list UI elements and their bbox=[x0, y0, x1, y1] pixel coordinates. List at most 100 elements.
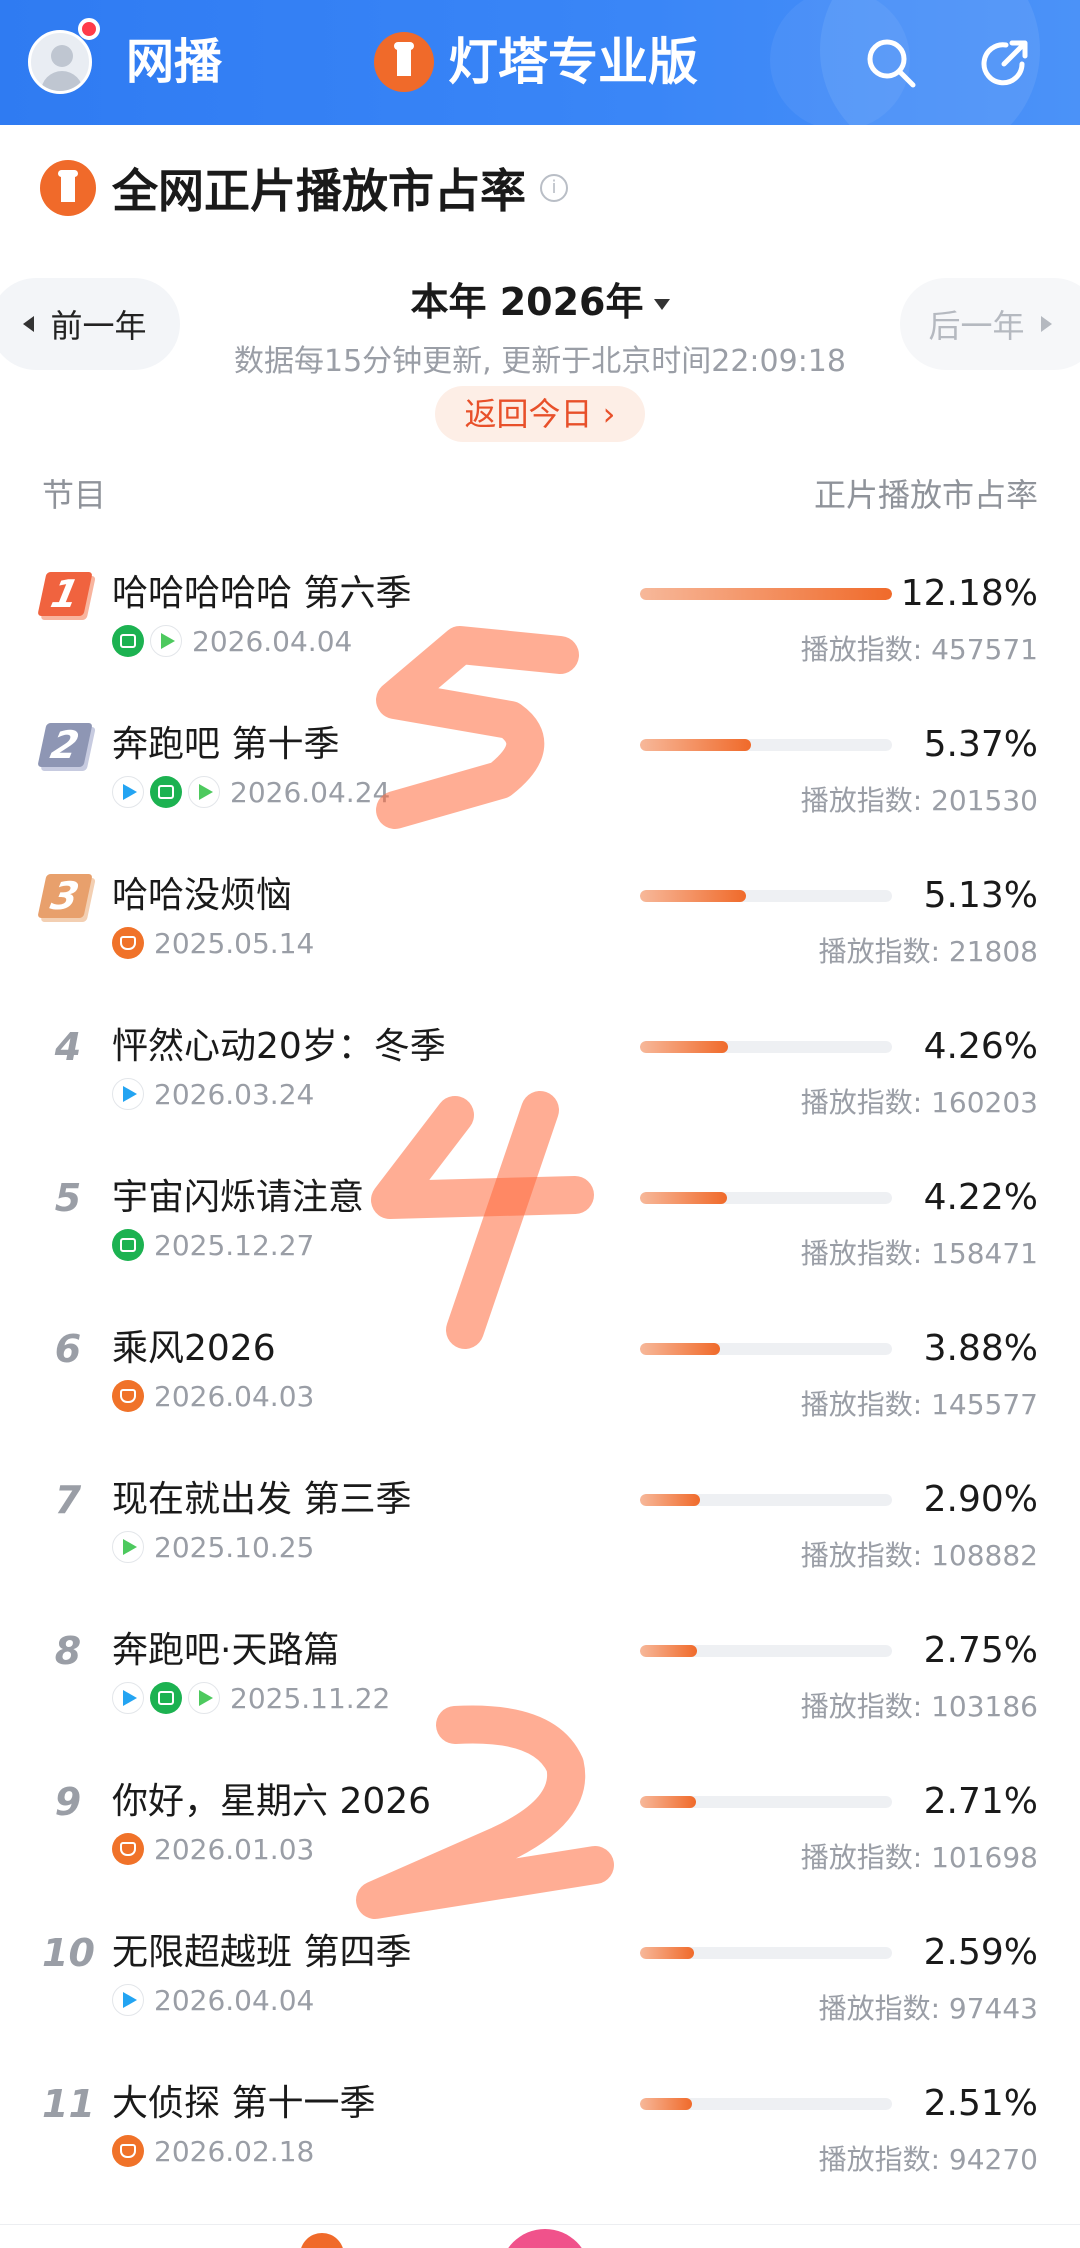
ranking-row[interactable]: 3 哈哈没烦恼 2025.05.14 5.13% 播放指数: 21808 bbox=[0, 854, 1080, 1005]
section-label[interactable]: 网播 bbox=[126, 34, 222, 90]
mango-platform-icon bbox=[112, 927, 144, 959]
bottom-bar-icon bbox=[300, 2233, 344, 2248]
youku-platform-icon bbox=[112, 1531, 144, 1563]
program-meta: 2026.04.04 bbox=[112, 624, 352, 658]
notification-dot bbox=[78, 18, 100, 40]
release-date: 2025.05.14 bbox=[154, 926, 315, 960]
ranking-row[interactable]: 9 你好，星期六 2026 2026.01.03 2.71% 播放指数: 101698 bbox=[0, 1760, 1080, 1911]
mango-platform-icon bbox=[112, 1833, 144, 1865]
top-header: 网播 灯塔专业版 bbox=[0, 0, 1080, 125]
share-icon[interactable] bbox=[976, 34, 1034, 92]
share-bar-track bbox=[640, 1947, 892, 1959]
ranking-row[interactable]: 5 宇宙闪烁请注意 2025.12.27 4.22% 播放指数: 158471 bbox=[0, 1156, 1080, 1307]
program-name[interactable]: 现在就出发 第三季 bbox=[112, 1476, 411, 1524]
info-icon[interactable]: i bbox=[540, 174, 568, 202]
share-bar-fill bbox=[640, 1041, 729, 1053]
ranking-row[interactable]: 10 无限超越班 第四季 2026.04.04 2.59% 播放指数: 97443 bbox=[0, 1911, 1080, 2062]
app-root: 网播 灯塔专业版 全网正片播放市占率 i 前一年 本年 2026年 后一年 数据… bbox=[0, 0, 1080, 2248]
youku-platform-icon bbox=[188, 776, 220, 808]
play-index: 播放指数: 94270 bbox=[818, 2143, 1038, 2176]
program-meta: 2026.03.24 bbox=[112, 1077, 314, 1111]
program-name[interactable]: 无限超越班 第四季 bbox=[112, 1929, 411, 1977]
search-icon[interactable] bbox=[862, 34, 920, 92]
share-percent: 2.90% bbox=[923, 1479, 1038, 1520]
ranking-row[interactable]: 8 奔跑吧·天路篇 2025.11.22 2.75% 播放指数: 103186 bbox=[0, 1609, 1080, 1760]
ranking-row[interactable]: 2 奔跑吧 第十季 2026.04.24 5.37% 播放指数: 201530 bbox=[0, 703, 1080, 854]
program-meta: 2026.04.04 bbox=[112, 1983, 314, 2017]
release-date: 2026.02.18 bbox=[154, 2134, 315, 2168]
youku-platform-icon bbox=[150, 625, 182, 657]
youku-platform-icon bbox=[188, 1682, 220, 1714]
share-bar-track bbox=[640, 588, 892, 600]
bottom-bar bbox=[0, 2224, 1080, 2248]
release-date: 2026.04.04 bbox=[192, 624, 353, 658]
lighthouse-logo-icon bbox=[374, 32, 434, 92]
lighthouse-tower bbox=[61, 174, 75, 202]
program-name[interactable]: 你好，星期六 2026 bbox=[112, 1778, 431, 1826]
ranking-row[interactable]: 7 现在就出发 第三季 2025.10.25 2.90% 播放指数: 108882 bbox=[0, 1458, 1080, 1609]
iqiyi-platform-icon bbox=[112, 625, 144, 657]
share-bar-track bbox=[640, 1796, 892, 1808]
program-name[interactable]: 奔跑吧·天路篇 bbox=[112, 1627, 339, 1675]
share-percent: 2.59% bbox=[923, 1932, 1038, 1973]
mango-platform-icon bbox=[112, 2135, 144, 2167]
tencent-platform-icon bbox=[112, 776, 144, 808]
update-note: 数据每15分钟更新, 更新于北京时间22:09:18 bbox=[234, 344, 846, 379]
share-bar-track bbox=[640, 890, 892, 902]
avatar-head bbox=[51, 45, 73, 67]
program-name[interactable]: 哈哈没烦恼 bbox=[112, 872, 292, 920]
ranking-row[interactable]: 4 怦然心动20岁：冬季 2026.03.24 4.26% 播放指数: 160203 bbox=[0, 1005, 1080, 1156]
release-date: 2026.04.03 bbox=[154, 1379, 315, 1413]
release-date: 2025.11.22 bbox=[230, 1681, 391, 1715]
column-header-program: 节目 bbox=[42, 476, 107, 514]
rank-badge: 5 bbox=[54, 1176, 82, 1220]
ranking-row[interactable]: 6 乘风2026 2026.04.03 3.88% 播放指数: 145577 bbox=[0, 1307, 1080, 1458]
release-date: 2026.04.04 bbox=[154, 1983, 315, 2017]
share-bar-track bbox=[640, 1343, 892, 1355]
program-meta: 2026.01.03 bbox=[112, 1832, 314, 1866]
share-bar-fill bbox=[640, 739, 752, 751]
program-meta: 2025.05.14 bbox=[112, 926, 314, 960]
release-date: 2025.12.27 bbox=[154, 1228, 315, 1262]
brand-title: 灯塔专业版 bbox=[448, 33, 698, 91]
program-meta: 2025.12.27 bbox=[112, 1228, 314, 1262]
play-index: 播放指数: 158471 bbox=[800, 1237, 1038, 1270]
lighthouse-tower bbox=[397, 46, 411, 76]
play-index: 播放指数: 103186 bbox=[800, 1690, 1038, 1723]
share-percent: 5.37% bbox=[923, 724, 1038, 765]
share-bar-track bbox=[640, 1192, 892, 1204]
rank-badge: 11 bbox=[42, 2082, 95, 2126]
rank-badge: 3 bbox=[37, 874, 93, 918]
rank-badge: 10 bbox=[42, 1931, 95, 1975]
release-date: 2025.10.25 bbox=[154, 1530, 315, 1564]
program-name[interactable]: 宇宙闪烁请注意 bbox=[112, 1174, 364, 1222]
column-header-share[interactable]: 正片播放市占率 bbox=[814, 470, 1038, 516]
program-name[interactable]: 哈哈哈哈哈 第六季 bbox=[112, 570, 411, 618]
program-name[interactable]: 乘风2026 bbox=[112, 1325, 276, 1373]
program-name[interactable]: 怦然心动20岁：冬季 bbox=[112, 1023, 446, 1071]
rank-badge: 9 bbox=[54, 1780, 82, 1824]
lighthouse-icon bbox=[40, 160, 96, 216]
bottom-bar-icon bbox=[500, 2229, 590, 2248]
share-bar-fill bbox=[640, 890, 747, 902]
avatar-body bbox=[41, 71, 83, 91]
program-name[interactable]: 大侦探 第十一季 bbox=[112, 2080, 375, 2128]
tencent-platform-icon bbox=[112, 1984, 144, 2016]
caret-down-icon[interactable] bbox=[653, 299, 670, 310]
program-name[interactable]: 奔跑吧 第十季 bbox=[112, 721, 339, 769]
year-selector-label[interactable]: 本年 2026年 bbox=[411, 280, 644, 324]
page-title: 全网正片播放市占率 bbox=[112, 164, 526, 218]
ranking-row[interactable]: 1 哈哈哈哈哈 第六季 2026.04.04 12.18% 播放指数: 457571 bbox=[0, 552, 1080, 703]
ranking-row[interactable]: 11 大侦探 第十一季 2026.02.18 2.51% 播放指数: 94270 bbox=[0, 2062, 1080, 2213]
tencent-platform-icon bbox=[112, 1078, 144, 1110]
program-meta: 2026.02.18 bbox=[112, 2134, 314, 2168]
mango-platform-icon bbox=[112, 1380, 144, 1412]
share-bar-fill bbox=[640, 1494, 700, 1506]
avatar[interactable] bbox=[28, 30, 92, 94]
iqiyi-platform-icon bbox=[112, 1229, 144, 1261]
share-bar-track bbox=[640, 1494, 892, 1506]
title-row: 全网正片播放市占率 i bbox=[40, 158, 568, 218]
back-to-today-button[interactable]: 返回今日 › bbox=[435, 386, 645, 442]
share-bar-fill bbox=[640, 1645, 697, 1657]
play-index: 播放指数: 160203 bbox=[800, 1086, 1038, 1119]
